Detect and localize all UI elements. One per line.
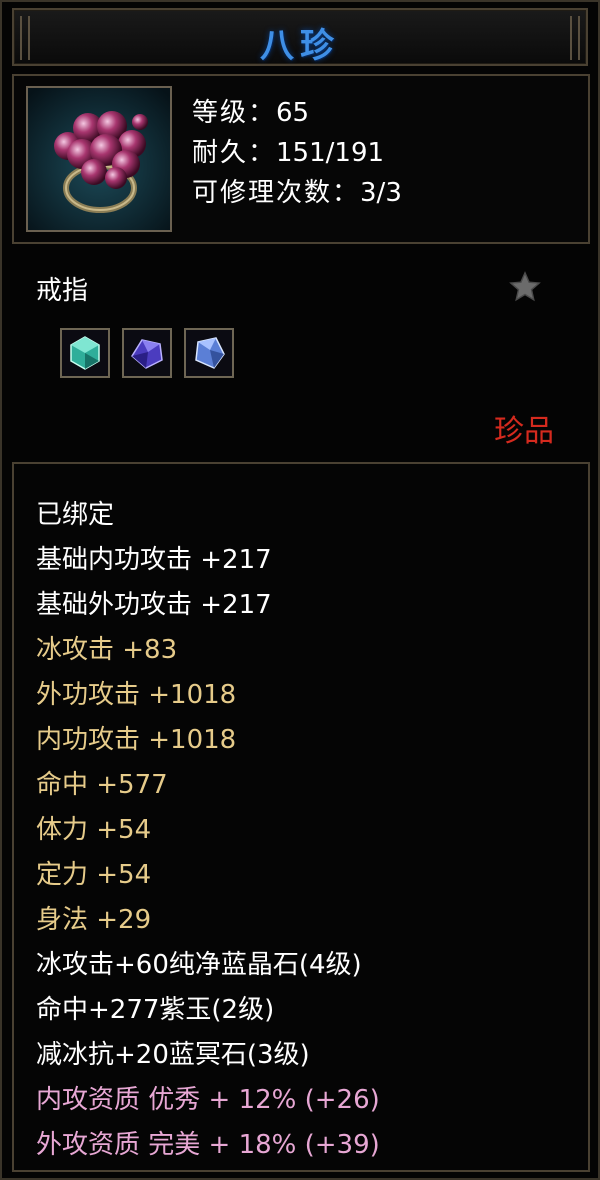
durability-value: 151/191 bbox=[276, 138, 385, 168]
item-header: 等级：65 耐久：151/191 可修理次数：3/3 bbox=[12, 74, 590, 244]
bound-status: 已绑定 bbox=[36, 500, 115, 530]
attribute-list: 已绑定 基础内功攻击 +217 基础外功攻击 +217 冰攻击 +83 外功攻击… bbox=[12, 462, 590, 1172]
attribute-line: 外功攻击 +1018 bbox=[36, 680, 237, 710]
gem-slot-1[interactable] bbox=[60, 328, 110, 378]
level-stat: 等级：65 bbox=[192, 92, 309, 129]
repair-count-value: 3/3 bbox=[360, 178, 402, 208]
purple-gem-icon bbox=[131, 339, 163, 369]
attribute-line: 冰攻击 +83 bbox=[36, 635, 178, 665]
gem-bonus-line: 命中+277紫玉(2级) bbox=[36, 995, 275, 1025]
blue-gem-icon bbox=[195, 337, 225, 369]
aptitude-line: 内攻资质 优秀 + 12% (+26) bbox=[36, 1085, 380, 1115]
durability-stat: 耐久：151/191 bbox=[192, 132, 384, 169]
attribute-line: 基础外功攻击 +217 bbox=[36, 590, 272, 620]
item-type: 戒指 bbox=[36, 276, 89, 306]
repair-count-stat: 可修理次数：3/3 bbox=[192, 172, 402, 209]
attribute-line: 身法 +29 bbox=[36, 905, 152, 935]
attribute-line: 体力 +54 bbox=[36, 815, 152, 845]
title-bar: 八珍 bbox=[12, 8, 588, 66]
item-name: 八珍 bbox=[260, 26, 340, 66]
durability-label: 耐久： bbox=[192, 138, 277, 168]
star-icon[interactable] bbox=[508, 270, 542, 304]
aptitude-line: 外攻资质 完美 + 18% (+39) bbox=[36, 1130, 380, 1160]
repair-count-label: 可修理次数： bbox=[192, 178, 361, 208]
gem-slot-2[interactable] bbox=[122, 328, 172, 378]
attribute-line: 基础内功攻击 +217 bbox=[36, 545, 272, 575]
level-value: 65 bbox=[276, 98, 310, 128]
attribute-line: 定力 +54 bbox=[36, 860, 152, 890]
title-bar-ornament-right bbox=[570, 16, 580, 60]
gem-bonus-line: 冰攻击+60纯净蓝晶石(4级) bbox=[36, 950, 362, 980]
level-label: 等级： bbox=[192, 98, 277, 128]
gem-bonus-line: 减冰抗+20蓝冥石(3级) bbox=[36, 1040, 310, 1070]
attribute-line: 内功攻击 +1018 bbox=[36, 725, 237, 755]
rarity-label: 珍品 bbox=[494, 414, 554, 449]
attribute-line: 命中 +577 bbox=[36, 770, 168, 800]
ring-icon bbox=[28, 88, 170, 230]
item-tooltip: 八珍 等级：65 耐久：151/191 可修理次数：3/3 戒指 珍品 已绑定 … bbox=[0, 0, 600, 1180]
item-icon-frame bbox=[26, 86, 172, 232]
gem-slot-3[interactable] bbox=[184, 328, 234, 378]
green-gem-icon bbox=[70, 336, 100, 370]
